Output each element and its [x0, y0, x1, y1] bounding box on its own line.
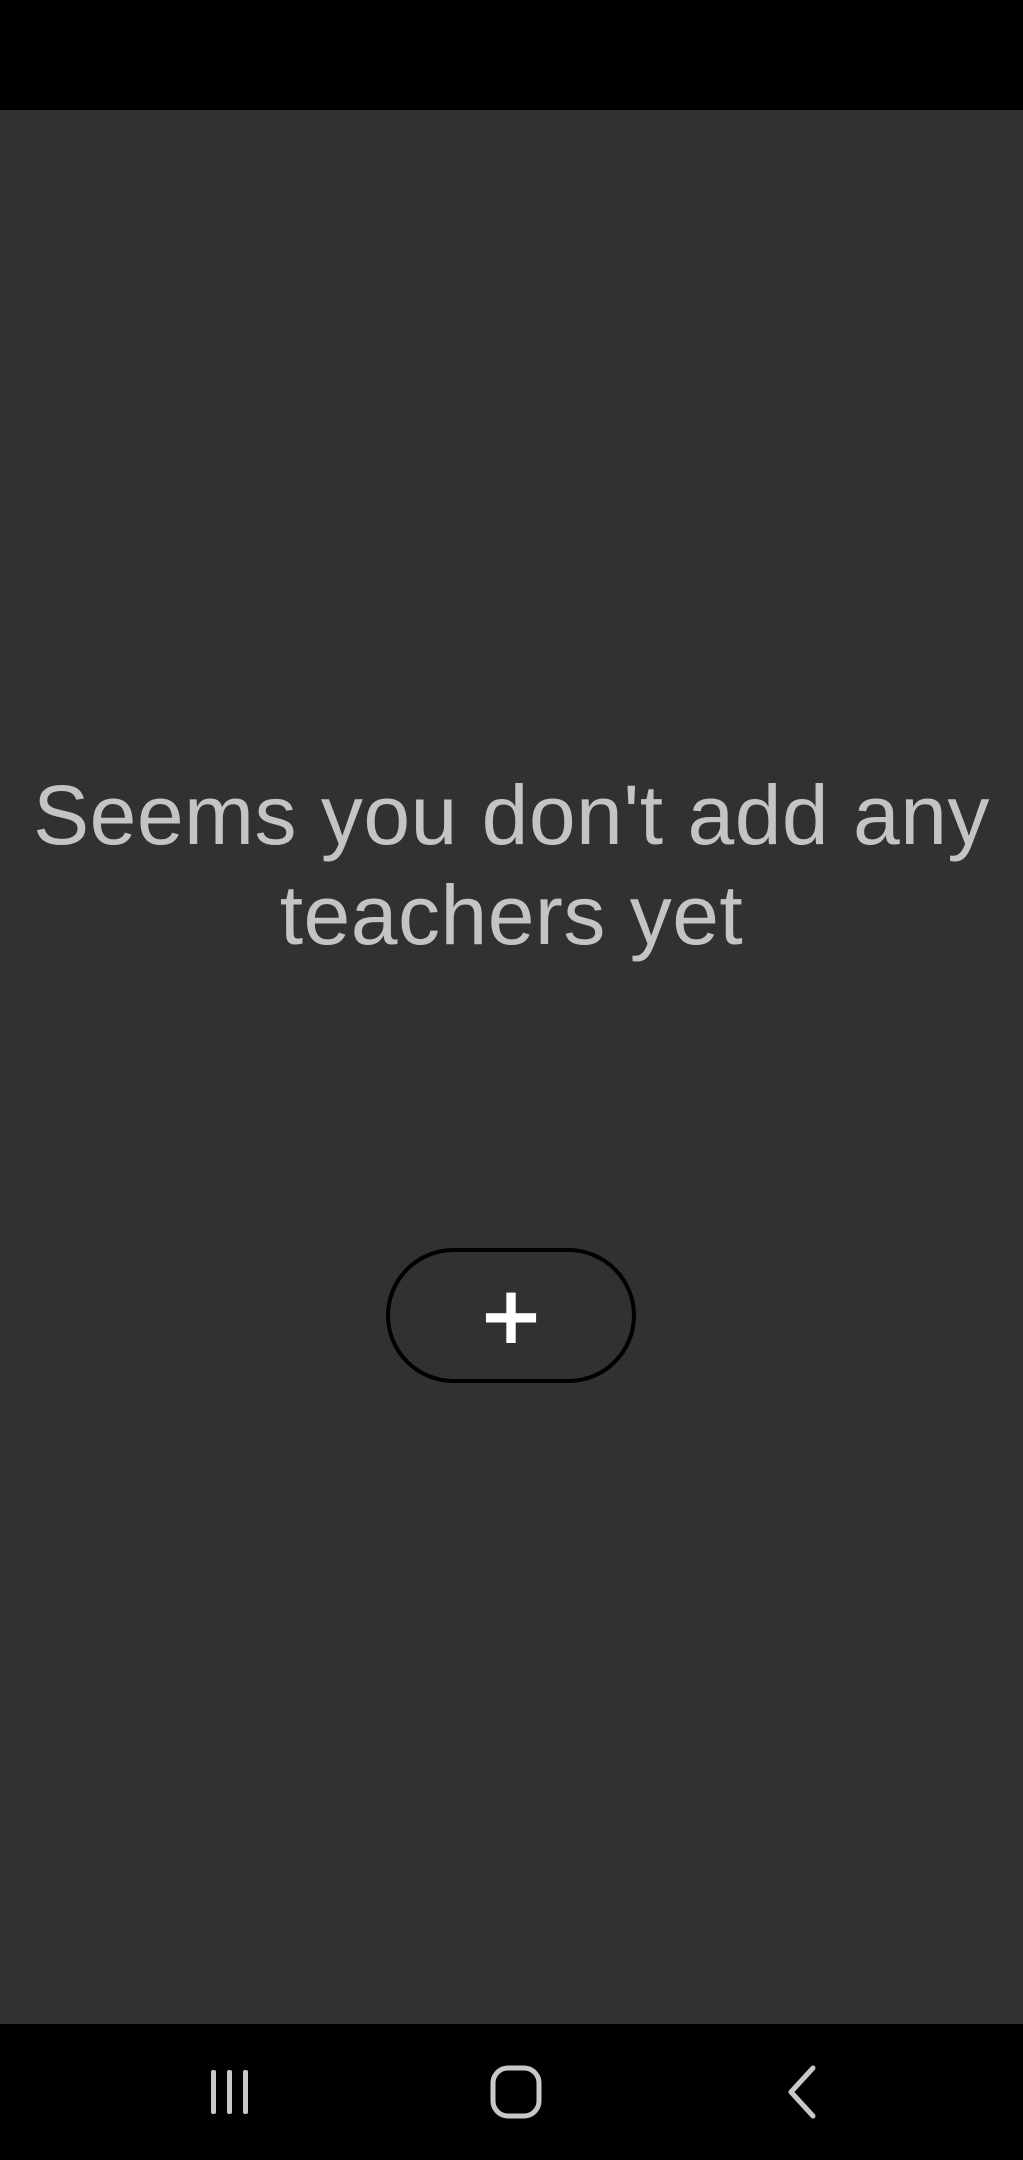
back-icon — [788, 2065, 816, 2119]
recents-icon — [211, 2070, 248, 2114]
recents-button[interactable] — [170, 2052, 290, 2132]
add-teacher-button[interactable]: + — [386, 1248, 636, 1383]
home-button[interactable] — [456, 2052, 576, 2132]
plus-icon: + — [477, 1268, 545, 1362]
main-content: Seems you don't add any teachers yet + — [0, 110, 1023, 2024]
status-bar — [0, 0, 1023, 110]
empty-state-message: Seems you don't add any teachers yet — [33, 768, 990, 962]
back-button[interactable] — [743, 2052, 863, 2132]
home-icon — [490, 2065, 542, 2119]
app-screen: Seems you don't add any teachers yet + — [0, 0, 1023, 2160]
navigation-bar — [0, 2024, 1023, 2160]
